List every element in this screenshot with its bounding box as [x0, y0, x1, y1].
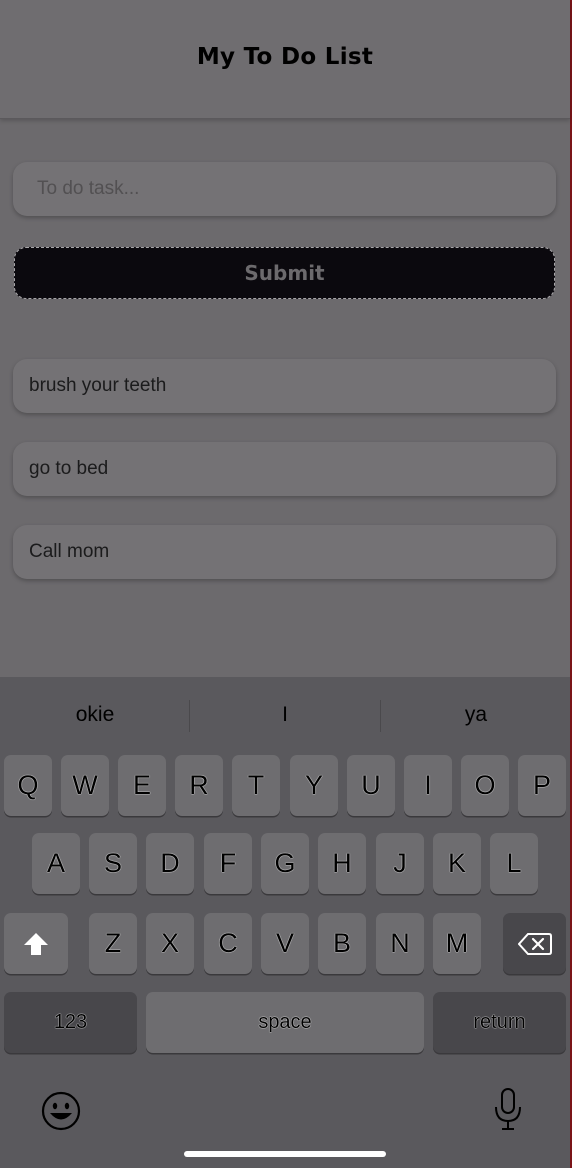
- home-indicator[interactable]: [184, 1151, 386, 1157]
- shift-arrow-icon: [24, 932, 48, 955]
- key-f[interactable]: F: [204, 833, 252, 894]
- key-e[interactable]: E: [118, 755, 166, 816]
- suggestion-item[interactable]: ya: [381, 677, 571, 753]
- task-item[interactable]: brush your teeth: [13, 359, 556, 413]
- key-g[interactable]: G: [261, 833, 309, 894]
- return-key[interactable]: return: [433, 992, 566, 1053]
- key-m[interactable]: M: [433, 913, 481, 974]
- emoji-icon: [41, 1091, 81, 1131]
- key-r[interactable]: R: [175, 755, 223, 816]
- delete-key[interactable]: [503, 913, 566, 974]
- key-h[interactable]: H: [318, 833, 366, 894]
- key-w[interactable]: W: [61, 755, 109, 816]
- task-item[interactable]: go to bed: [13, 442, 556, 496]
- key-i[interactable]: I: [404, 755, 452, 816]
- key-o[interactable]: O: [461, 755, 509, 816]
- key-y[interactable]: Y: [290, 755, 338, 816]
- key-z[interactable]: Z: [89, 913, 137, 974]
- numbers-key[interactable]: 123: [4, 992, 137, 1053]
- task-input[interactable]: [13, 162, 556, 216]
- key-t[interactable]: T: [232, 755, 280, 816]
- suggestion-bar: okie I ya: [0, 677, 570, 753]
- key-k[interactable]: K: [433, 833, 481, 894]
- task-item[interactable]: Call mom: [13, 525, 556, 579]
- key-l[interactable]: L: [490, 833, 538, 894]
- key-u[interactable]: U: [347, 755, 395, 816]
- key-j[interactable]: J: [376, 833, 424, 894]
- key-n[interactable]: N: [376, 913, 424, 974]
- space-key[interactable]: space: [146, 992, 424, 1053]
- key-s[interactable]: S: [89, 833, 137, 894]
- emoji-button[interactable]: [40, 1090, 82, 1132]
- microphone-icon: [495, 1088, 521, 1130]
- key-x[interactable]: X: [146, 913, 194, 974]
- page-title: My To Do List: [196, 44, 374, 70]
- shift-key[interactable]: [4, 913, 68, 974]
- suggestion-item[interactable]: I: [190, 677, 380, 753]
- key-d[interactable]: D: [146, 833, 194, 894]
- on-screen-keyboard: okie I ya Q W E R T Y U I O P A S D F G …: [0, 677, 570, 1168]
- app-header: My To Do List: [0, 0, 570, 119]
- suggestion-item[interactable]: okie: [0, 677, 190, 753]
- key-c[interactable]: C: [204, 913, 252, 974]
- key-p[interactable]: P: [518, 755, 566, 816]
- backspace-icon: [517, 932, 552, 955]
- key-v[interactable]: V: [261, 913, 309, 974]
- key-a[interactable]: A: [32, 833, 80, 894]
- submit-button[interactable]: Submit: [14, 247, 555, 299]
- key-b[interactable]: B: [318, 913, 366, 974]
- key-q[interactable]: Q: [4, 755, 52, 816]
- microphone-button[interactable]: [493, 1087, 523, 1133]
